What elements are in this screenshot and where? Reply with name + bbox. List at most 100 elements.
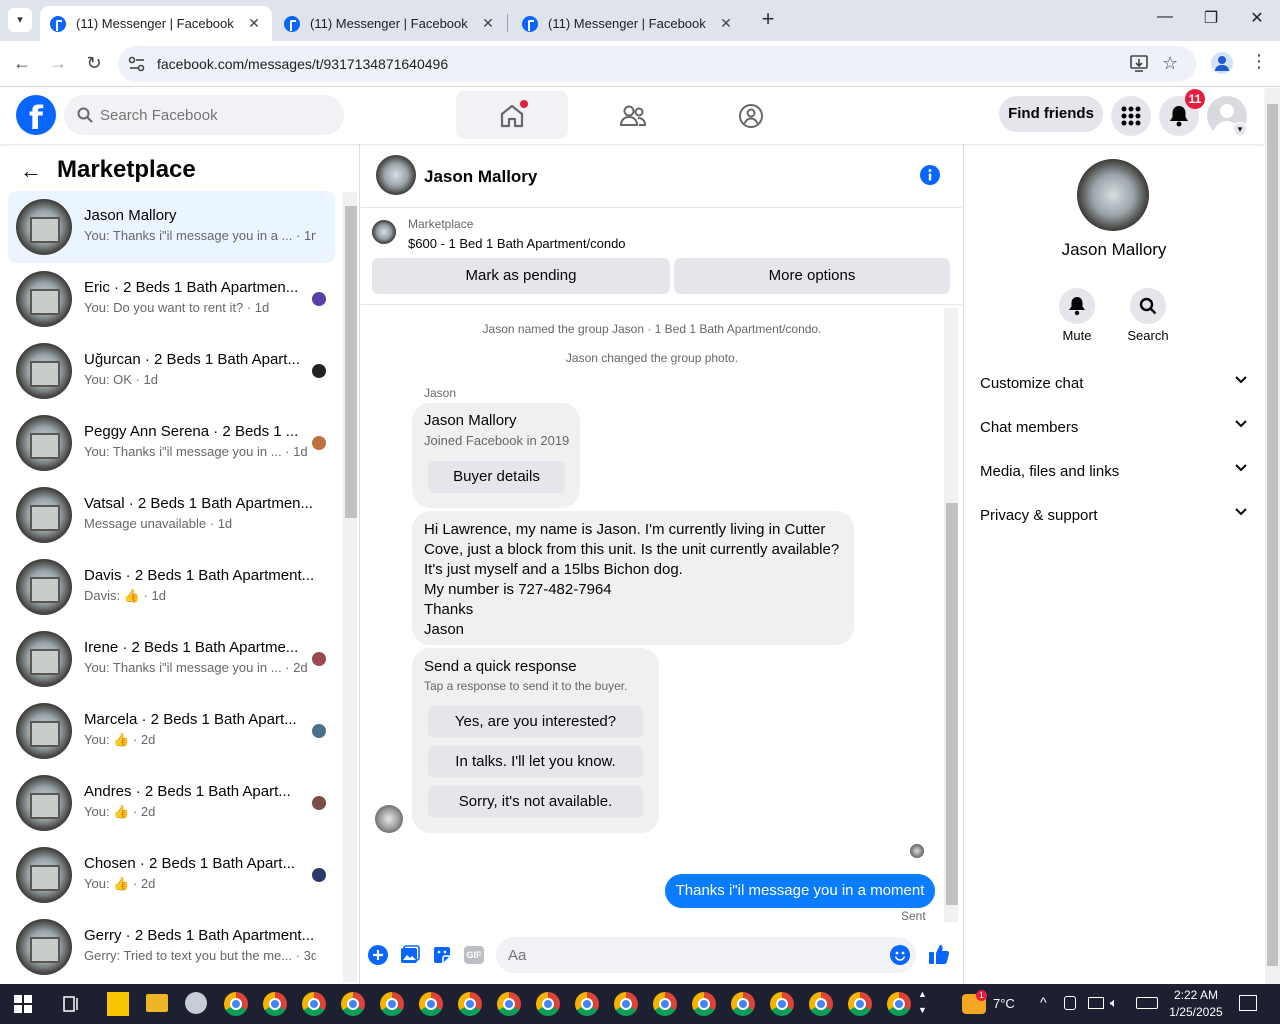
conversation-row[interactable]: Uğurcan · 2 Beds 1 Bath Apart... You: OK … [8, 335, 335, 407]
quick-response-in-talks[interactable]: In talks. I'll let you know. [428, 746, 643, 778]
taskbar-scroll-icon[interactable]: ▲ ▼ [918, 986, 927, 1018]
chrome-taskbar-icon[interactable] [263, 992, 287, 1016]
conversation-row[interactable]: Andres · 2 Beds 1 Bath Apart... You: 👍 · … [8, 767, 335, 839]
chrome-taskbar-icon[interactable] [731, 992, 755, 1016]
chat-title[interactable]: Jason Mallory [424, 167, 537, 187]
chrome-taskbar-icon[interactable] [380, 992, 404, 1016]
chrome-taskbar-icon[interactable] [497, 992, 521, 1016]
buyer-details-button[interactable]: Buyer details [428, 461, 565, 493]
keyboard-icon[interactable] [1136, 997, 1158, 1009]
network-icon[interactable] [1088, 997, 1104, 1009]
conversation-row[interactable]: Marcela · 2 Beds 1 Bath Apart... You: 👍 ·… [8, 695, 335, 767]
sent-message-bubble[interactable]: Thanks i"il message you in a moment [665, 874, 935, 908]
chrome-taskbar-icon[interactable] [419, 992, 443, 1016]
page-scrollbar-thumb[interactable] [1267, 104, 1278, 966]
conversation-row[interactable]: Gerry · 2 Beds 1 Bath Apartment... Gerry:… [8, 911, 335, 983]
sticker-icon[interactable] [432, 945, 452, 965]
details-avatar[interactable] [1077, 159, 1149, 231]
conversation-row[interactable]: Vatsal · 2 Beds 1 Bath Apartmen... Messag… [8, 479, 335, 551]
close-window-icon[interactable]: ✕ [1242, 8, 1272, 28]
tab-search-button[interactable]: ▾ [8, 8, 32, 32]
meet-icon[interactable] [1064, 996, 1076, 1010]
list-scrollbar-thumb[interactable] [345, 206, 357, 518]
message-bubble[interactable]: Hi Lawrence, my name is Jason. I'm curre… [412, 511, 854, 645]
home-tab[interactable] [456, 91, 568, 139]
browser-menu-icon[interactable]: ⋮ [1250, 51, 1268, 72]
new-tab-button[interactable]: + [756, 8, 780, 32]
address-bar[interactable]: facebook.com/messages/t/9317134871640496… [118, 46, 1196, 82]
minimize-icon[interactable]: — [1150, 8, 1180, 26]
restore-icon[interactable]: ❐ [1196, 8, 1226, 28]
sticky-notes-icon[interactable] [107, 992, 129, 1016]
file-explorer-icon[interactable] [146, 994, 168, 1012]
chrome-taskbar-icon[interactable] [224, 992, 248, 1016]
search-action[interactable] [1130, 288, 1166, 324]
chrome-taskbar-icon[interactable] [653, 992, 677, 1016]
quick-response-yes[interactable]: Yes, are you interested? [428, 706, 643, 738]
conversation-row[interactable]: Chosen · 2 Beds 1 Bath Apart... You: 👍 · … [8, 839, 335, 911]
install-app-icon[interactable] [1130, 55, 1150, 73]
chrome-taskbar-icon[interactable] [770, 992, 794, 1016]
paint-icon[interactable] [185, 992, 207, 1014]
browser-tab-3[interactable]: (11) Messenger | Facebook ✕ [512, 6, 744, 41]
customize-chat-section[interactable]: Customize chat [980, 365, 1248, 405]
chrome-taskbar-icon[interactable] [887, 992, 911, 1016]
close-tab-icon[interactable]: ✕ [478, 15, 498, 32]
weather-temp[interactable]: 7°C [993, 996, 1015, 1011]
photo-icon[interactable] [400, 945, 420, 965]
notification-center-icon[interactable] [1239, 995, 1257, 1011]
chrome-taskbar-icon[interactable] [848, 992, 872, 1016]
reload-icon[interactable]: ↻ [82, 51, 106, 75]
chrome-taskbar-icon[interactable] [341, 992, 365, 1016]
thumbs-up-icon[interactable] [928, 943, 950, 965]
facebook-logo[interactable]: f [16, 95, 56, 135]
privacy-support-section[interactable]: Privacy & support [980, 497, 1248, 537]
chevron-up-icon[interactable]: ^ [1040, 994, 1047, 1010]
conversation-row[interactable]: Eric · 2 Beds 1 Bath Apartmen... You: Do … [8, 263, 335, 335]
chrome-taskbar-icon[interactable] [692, 992, 716, 1016]
windows-start-icon[interactable] [14, 995, 32, 1013]
media-files-section[interactable]: Media, files and links [980, 453, 1248, 493]
facebook-search[interactable] [64, 95, 344, 135]
listing-thumbnail[interactable] [372, 220, 396, 244]
friends-tab[interactable] [576, 91, 688, 139]
site-info-icon[interactable] [128, 56, 146, 72]
chat-avatar[interactable] [376, 155, 416, 195]
browser-tab-2[interactable]: (11) Messenger | Facebook ✕ [274, 6, 506, 41]
menu-button[interactable] [1111, 96, 1151, 136]
gif-icon[interactable]: GIF [464, 946, 484, 964]
chrome-taskbar-icon[interactable] [536, 992, 560, 1016]
bookmark-star-icon[interactable]: ☆ [1162, 53, 1178, 74]
volume-icon[interactable]: 🔈︎ [1110, 995, 1118, 1011]
conversation-row[interactable]: Peggy Ann Serena · 2 Beds 1 ... You: Than… [8, 407, 335, 479]
plus-circle-icon[interactable] [368, 945, 388, 965]
task-view-icon[interactable] [62, 995, 80, 1013]
conversation-row[interactable]: Irene · 2 Beds 1 Bath Apartme... You: Tha… [8, 623, 335, 695]
sender-avatar[interactable] [375, 805, 403, 833]
emoji-icon[interactable] [890, 945, 910, 965]
info-icon[interactable] [920, 165, 940, 185]
chrome-taskbar-icon[interactable] [575, 992, 599, 1016]
chevron-down-icon[interactable]: ▾ [1233, 122, 1247, 136]
chrome-taskbar-icon[interactable] [614, 992, 638, 1016]
chrome-taskbar-icon[interactable] [809, 992, 833, 1016]
find-friends-button[interactable]: Find friends [999, 96, 1103, 132]
close-tab-icon[interactable]: ✕ [716, 15, 736, 32]
forward-icon[interactable]: → [46, 51, 70, 75]
groups-tab[interactable] [695, 91, 807, 139]
back-arrow-icon[interactable]: ← [20, 160, 42, 182]
profile-icon[interactable] [1211, 52, 1233, 74]
chat-members-section[interactable]: Chat members [980, 409, 1248, 449]
chat-scrollbar-thumb[interactable] [946, 503, 958, 905]
browser-tab-1[interactable]: (11) Messenger | Facebook ✕ [40, 6, 272, 41]
conversation-row[interactable]: Jason Mallory You: Thanks i"il message yo… [8, 191, 335, 263]
listing-title[interactable]: $600 - 1 Bed 1 Bath Apartment/condo [408, 236, 626, 251]
mark-pending-button[interactable]: Mark as pending [372, 258, 670, 294]
chrome-taskbar-icon[interactable] [302, 992, 326, 1016]
search-input[interactable] [100, 95, 330, 135]
chrome-taskbar-icon[interactable] [458, 992, 482, 1016]
system-clock[interactable]: 2:22 AM 1/25/2025 [1162, 987, 1230, 1021]
quick-response-not-available[interactable]: Sorry, it's not available. [428, 786, 643, 818]
back-icon[interactable]: ← [10, 51, 34, 75]
message-input[interactable] [508, 937, 878, 973]
